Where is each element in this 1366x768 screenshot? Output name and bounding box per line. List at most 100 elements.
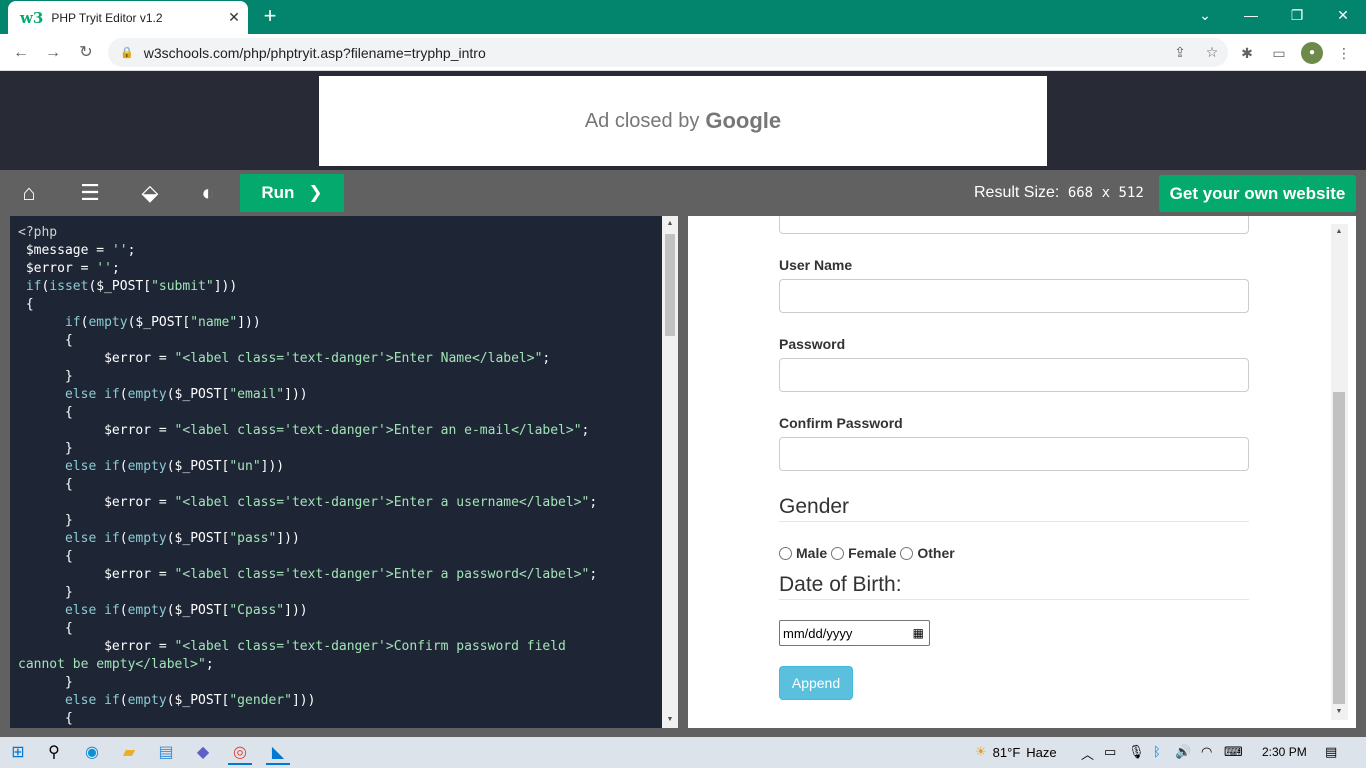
gender-radio-male[interactable] [779, 546, 792, 560]
teams-icon[interactable]: ◆ [191, 741, 215, 765]
code-line[interactable]: { [18, 710, 658, 728]
code-token: ( [119, 531, 128, 546]
code-line[interactable]: else if(empty($_POST["pass"])) [18, 530, 658, 548]
search-icon[interactable]: ⚲ [42, 741, 66, 765]
extensions-puzzle-icon[interactable]: ✱ [1236, 42, 1258, 64]
date-of-birth-input[interactable]: mm/dd/yyyy ▦ [779, 620, 930, 646]
code-line[interactable]: <?php [18, 224, 658, 242]
code-token: else if [18, 531, 120, 546]
result-scroll-up-arrow-icon[interactable]: ▲ [1331, 224, 1347, 240]
bookmark-star-icon[interactable]: ☆ [1196, 44, 1228, 61]
code-line[interactable]: } [18, 368, 658, 386]
code-line[interactable]: $error = "<label class='text-danger'>Ent… [18, 494, 658, 512]
weather-widget[interactable]: ☀ 81°F Haze [975, 744, 1057, 760]
reload-icon[interactable]: ↻ [73, 40, 99, 66]
url-omnibox[interactable]: 🔒 w3schools.com/php/phptryit.asp?filenam… [108, 38, 1228, 67]
code-line[interactable]: else if(empty($_POST["gender"])) [18, 692, 658, 710]
notifications-icon[interactable]: ▤ [1325, 744, 1337, 760]
code-line[interactable]: { [18, 332, 658, 350]
code-line[interactable]: $message = ''; [18, 242, 658, 260]
tab-search-chevron-icon[interactable]: ⌄ [1182, 0, 1228, 30]
tab-close-icon[interactable]: ✕ [220, 9, 248, 26]
email-field[interactable] [779, 216, 1249, 234]
url-text[interactable]: w3schools.com/php/phptryit.asp?filename=… [144, 45, 1164, 61]
share-icon[interactable]: ⇪ [1164, 44, 1196, 61]
cast-icon[interactable]: ▭ [1268, 42, 1290, 64]
username-input[interactable] [779, 279, 1249, 313]
code-token: $message [18, 243, 89, 258]
close-window-button[interactable]: ✕ [1320, 0, 1366, 30]
result-scroll-thumb[interactable] [1333, 392, 1345, 704]
code-line[interactable]: { [18, 476, 658, 494]
code-line[interactable]: $error = ''; [18, 260, 658, 278]
code-line[interactable]: } [18, 512, 658, 530]
code-token: ])) [213, 279, 238, 294]
theme-contrast-icon[interactable]: ◐ [193, 178, 223, 208]
confirm-password-input[interactable] [779, 437, 1249, 471]
code-line[interactable]: { [18, 620, 658, 638]
bluetooth-icon[interactable]: ᛒ [1153, 744, 1161, 759]
browser-tab[interactable]: w3 PHP Tryit Editor v1.2 ✕ [8, 1, 248, 34]
code-line[interactable]: else if(empty($_POST["email"])) [18, 386, 658, 404]
microphone-icon[interactable]: 🎙 [1128, 744, 1145, 760]
code-editor[interactable]: <?php $message = ''; $error = ''; if(iss… [10, 216, 678, 728]
forward-arrow-icon[interactable]: → [40, 40, 66, 66]
code-line[interactable]: $error = "<label class='text-danger'>Ent… [18, 422, 658, 440]
file-explorer-icon[interactable]: ▰ [117, 741, 141, 765]
code-line[interactable]: else if(empty($_POST["un"])) [18, 458, 658, 476]
menu-kebab-icon[interactable]: ⋮ [1333, 42, 1355, 64]
result-scroll-down-arrow-icon[interactable]: ▼ [1331, 704, 1347, 720]
restore-button[interactable]: ❐ [1274, 0, 1320, 30]
confirm-password-label: Confirm Password [779, 415, 903, 431]
edge-browser-icon[interactable]: ◉ [80, 741, 104, 765]
lock-icon[interactable]: 🔒 [120, 46, 134, 59]
calendar-icon[interactable]: ▦ [913, 626, 924, 640]
result-scrollbar[interactable]: ▲ ▼ [1331, 224, 1348, 720]
new-tab-button[interactable]: + [258, 4, 282, 30]
minimize-button[interactable]: — [1228, 0, 1274, 30]
append-button[interactable]: Append [779, 666, 853, 700]
code-line[interactable]: $error = "<label class='text-danger'>Ent… [18, 350, 658, 368]
vscode-icon[interactable]: ◣ [266, 741, 290, 765]
code-line[interactable]: } [18, 584, 658, 602]
get-own-website-button[interactable]: Get your own website [1159, 175, 1356, 212]
scroll-down-arrow-icon[interactable]: ▼ [662, 712, 678, 728]
rotate-layout-icon[interactable]: ⬙ [135, 178, 165, 208]
code-line[interactable]: { [18, 404, 658, 422]
code-token: = [151, 495, 175, 510]
code-line[interactable]: } [18, 440, 658, 458]
windows-start-icon[interactable]: ⊞ [6, 741, 30, 765]
volume-icon[interactable]: 🔊 [1175, 744, 1191, 760]
scroll-up-arrow-icon[interactable]: ▲ [662, 216, 678, 232]
photos-icon[interactable]: ▤ [154, 741, 178, 765]
code-line[interactable]: $error = "<label class='text-danger'>Ent… [18, 566, 658, 584]
tray-overflow-chevron-icon[interactable]: ︿ [1081, 744, 1094, 763]
code-scroll-thumb[interactable] [665, 234, 675, 336]
home-icon[interactable]: ⌂ [14, 178, 44, 208]
back-arrow-icon[interactable]: ← [8, 40, 34, 66]
code-line[interactable]: if(empty($_POST["name"])) [18, 314, 658, 332]
code-line[interactable]: else if(empty($_POST["Cpass"])) [18, 602, 658, 620]
code-line[interactable]: } [18, 674, 658, 692]
code-line[interactable]: if(isset($_POST["submit"])) [18, 278, 658, 296]
battery-icon[interactable]: ▭ [1104, 744, 1116, 760]
code-line[interactable]: { [18, 296, 658, 314]
run-button[interactable]: Run ❯ [240, 174, 344, 212]
code-line[interactable]: cannot be empty</label>"; [18, 656, 658, 674]
code-token: ])) [276, 531, 300, 546]
code-text[interactable]: <?php $message = ''; $error = ''; if(iss… [18, 224, 658, 728]
gender-radio-female[interactable] [831, 546, 845, 560]
code-line[interactable]: { [18, 548, 658, 566]
gender-radio-other[interactable] [900, 546, 914, 560]
password-input[interactable] [779, 358, 1249, 392]
profile-avatar[interactable]: ● [1301, 42, 1323, 64]
wifi-icon[interactable]: ◠ [1201, 744, 1212, 760]
clock[interactable]: 2:30 PM [1262, 745, 1307, 759]
code-line[interactable]: $error = "<label class='text-danger'>Con… [18, 638, 658, 656]
menu-hamburger-icon[interactable]: ☰ [75, 178, 105, 208]
keyboard-icon[interactable]: ⌨ [1224, 744, 1243, 760]
code-token: ($_POST[ [166, 387, 230, 402]
code-scrollbar[interactable]: ▲ ▼ [662, 216, 678, 728]
chrome-icon[interactable]: ◎ [228, 741, 252, 765]
code-token: ; [589, 567, 598, 582]
